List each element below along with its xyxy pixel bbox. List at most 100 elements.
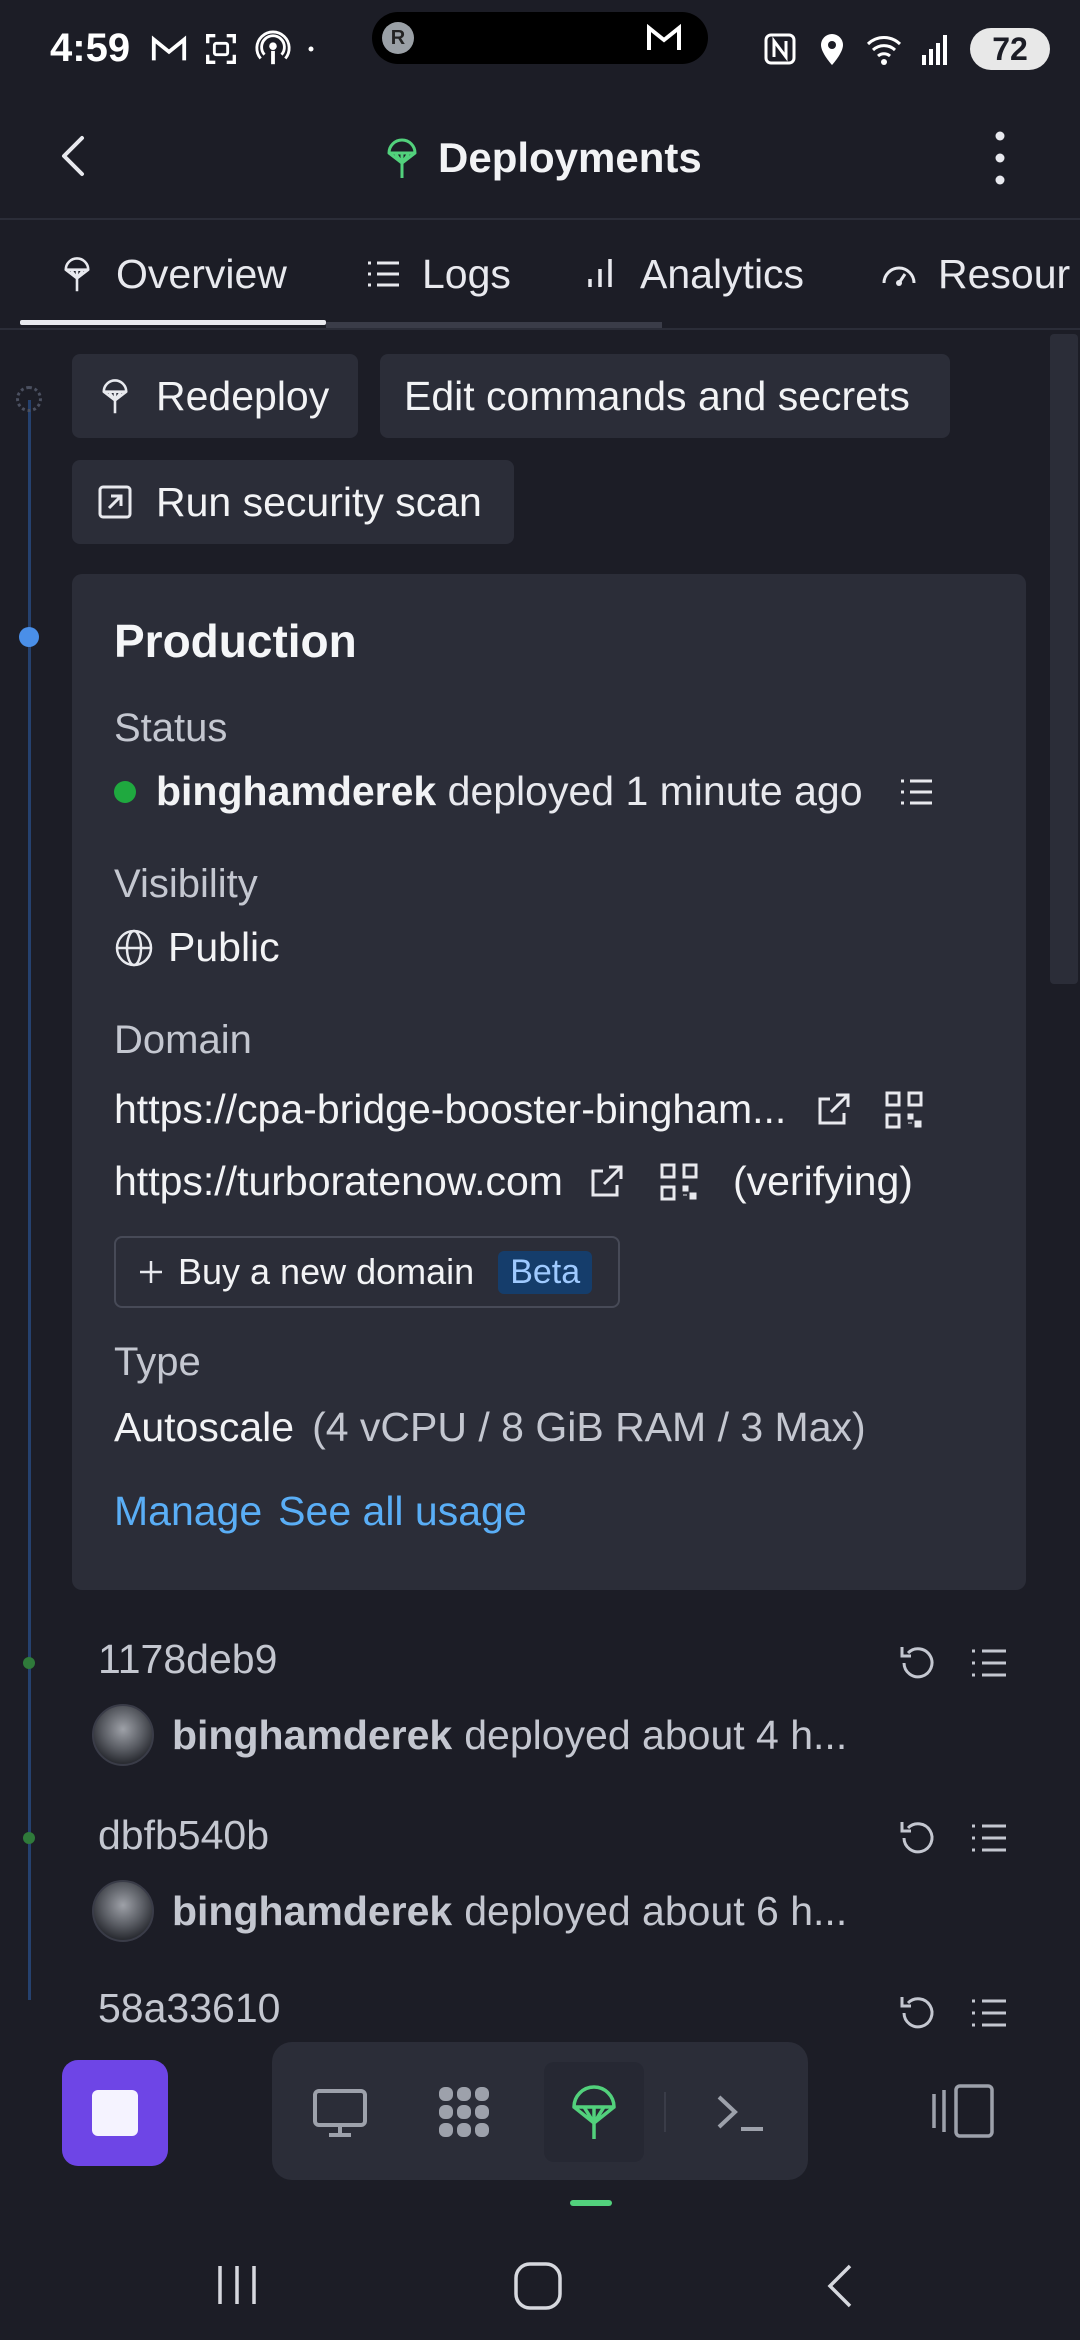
signal-icon bbox=[922, 35, 947, 65]
security-scan-button[interactable]: Run security scan bbox=[72, 460, 514, 544]
camera-cutout: R bbox=[372, 12, 708, 64]
edit-commands-label: Edit commands and secrets bbox=[404, 372, 910, 419]
external-link-icon[interactable] bbox=[587, 1163, 625, 1201]
rollback-icon[interactable] bbox=[896, 1642, 938, 1684]
buy-domain-label: Buy a new domain bbox=[178, 1251, 475, 1292]
stop-icon bbox=[92, 2090, 138, 2136]
qr-code-icon[interactable] bbox=[659, 1162, 699, 1202]
type-label: Type bbox=[114, 1340, 201, 1384]
panel-toggle-icon[interactable] bbox=[930, 2082, 996, 2140]
nfc-icon bbox=[764, 33, 796, 65]
screenshot-icon bbox=[206, 34, 236, 64]
tab-resources-label: Resour bbox=[938, 250, 1071, 297]
deployment-user[interactable]: binghamderek bbox=[172, 1888, 452, 1935]
status-row: binghamderek deployed 1 minute ago bbox=[114, 768, 935, 815]
logs-list-icon[interactable] bbox=[968, 1642, 1010, 1684]
type-row: Autoscale (4 vCPU / 8 GiB RAM / 3 Max) bbox=[114, 1404, 866, 1451]
stop-button[interactable] bbox=[62, 2060, 168, 2166]
type-detail: (4 vCPU / 8 GiB RAM / 3 Max) bbox=[312, 1404, 866, 1450]
timeline-history-dot bbox=[23, 1657, 35, 1669]
more-vertical-icon[interactable] bbox=[988, 126, 1012, 190]
tab-overview[interactable]: Overview bbox=[58, 222, 287, 326]
workspace-button[interactable] bbox=[414, 2062, 514, 2162]
manage-link[interactable]: Manage bbox=[114, 1488, 262, 1535]
system-nav-bar bbox=[0, 2232, 1080, 2340]
tab-overview-label: Overview bbox=[116, 250, 287, 297]
avatar bbox=[92, 1704, 154, 1766]
battery-indicator: 72 bbox=[970, 28, 1050, 70]
dock-separator bbox=[664, 2092, 666, 2132]
edit-commands-button[interactable]: Edit commands and secrets bbox=[380, 354, 950, 438]
timeline-history-dot bbox=[23, 1832, 35, 1844]
location-icon bbox=[821, 34, 843, 65]
deployments-icon bbox=[64, 257, 90, 292]
domain-row-1: https://cpa-bridge-booster-bingham... bbox=[114, 1086, 924, 1133]
back-icon[interactable] bbox=[52, 126, 96, 186]
back-nav-icon[interactable] bbox=[820, 2260, 860, 2312]
domain-row-2: https://turboratenow.com (verifying) bbox=[114, 1158, 913, 1205]
page-scrollbar[interactable] bbox=[1050, 334, 1078, 984]
deployment-id[interactable]: 58a33610 bbox=[98, 1990, 280, 2030]
dot-icon bbox=[308, 46, 314, 52]
plus-icon bbox=[140, 1261, 162, 1283]
gmail-icon bbox=[151, 35, 187, 61]
deployment-text: deployed about 4 h... bbox=[464, 1711, 848, 1758]
type-value: Autoscale bbox=[114, 1404, 295, 1450]
qr-code-icon[interactable] bbox=[884, 1090, 924, 1130]
wifi-icon bbox=[866, 36, 902, 65]
production-card: Production Status binghamderek deployed … bbox=[72, 574, 1026, 1590]
list-icon bbox=[368, 261, 399, 287]
external-arrow-icon bbox=[98, 485, 132, 519]
tab-logs[interactable]: Logs bbox=[364, 222, 511, 326]
deployment-actions bbox=[896, 1817, 1010, 1859]
workspace-dock bbox=[272, 2042, 808, 2180]
deployments-icon bbox=[387, 138, 417, 178]
deployment-user[interactable]: binghamderek bbox=[172, 1712, 452, 1759]
page-title: Deployments bbox=[438, 134, 702, 181]
globe-icon bbox=[115, 929, 153, 966]
deployment-actions bbox=[896, 1992, 1010, 2030]
tab-analytics[interactable]: Analytics bbox=[582, 222, 804, 326]
tab-active-indicator bbox=[20, 320, 326, 325]
logs-list-icon[interactable] bbox=[968, 1992, 1010, 2030]
domain-1-link[interactable]: https://cpa-bridge-booster-bingham... bbox=[114, 1086, 786, 1133]
deployment-id[interactable]: 1178deb9 bbox=[98, 1636, 277, 1683]
logs-list-icon[interactable] bbox=[968, 1817, 1010, 1859]
rollback-icon[interactable] bbox=[896, 1817, 938, 1859]
monitor-icon bbox=[313, 2089, 367, 2137]
timeline-current-dot bbox=[19, 627, 39, 647]
security-scan-label: Run security scan bbox=[156, 478, 482, 525]
page-title-group: Deployments bbox=[384, 126, 702, 190]
domain-label: Domain bbox=[114, 1018, 252, 1062]
logs-list-icon[interactable] bbox=[897, 773, 935, 811]
status-time: 4:59 bbox=[50, 26, 131, 70]
domain-2-link[interactable]: https://turboratenow.com bbox=[114, 1158, 563, 1205]
home-icon[interactable] bbox=[512, 2260, 564, 2312]
tab-analytics-label: Analytics bbox=[640, 250, 805, 297]
visibility-row: Public bbox=[114, 924, 280, 971]
external-link-icon[interactable] bbox=[814, 1091, 852, 1129]
deployments-button[interactable] bbox=[544, 2062, 644, 2162]
preview-button[interactable] bbox=[290, 2062, 390, 2162]
beta-badge: Beta bbox=[498, 1250, 593, 1294]
buy-domain-button[interactable]: Buy a new domain Beta bbox=[114, 1236, 620, 1308]
production-title: Production bbox=[114, 615, 357, 667]
timeline-pending-dot bbox=[16, 386, 42, 412]
system-icons: 72 bbox=[762, 28, 1050, 70]
terminal-icon bbox=[717, 2095, 763, 2131]
card-links: Manage See all usage bbox=[114, 1488, 527, 1535]
domain-2-state: (verifying) bbox=[732, 1158, 913, 1204]
active-tab-indicator bbox=[570, 2200, 612, 2206]
see-usage-link[interactable]: See all usage bbox=[278, 1488, 526, 1535]
shell-button[interactable] bbox=[690, 2062, 790, 2162]
rollback-icon[interactable] bbox=[896, 1992, 938, 2030]
status-user[interactable]: binghamderek bbox=[156, 768, 436, 815]
redeploy-button[interactable]: Redeploy bbox=[72, 354, 358, 438]
status-text: deployed 1 minute ago bbox=[447, 768, 863, 814]
deployment-id[interactable]: dbfb540b bbox=[98, 1812, 269, 1859]
notification-icons bbox=[150, 30, 326, 68]
visibility-label: Visibility bbox=[114, 862, 258, 906]
recent-apps-icon[interactable] bbox=[212, 2260, 262, 2310]
tab-resources[interactable]: Resour bbox=[880, 222, 1070, 326]
tab-scroll-indicator bbox=[326, 322, 662, 328]
